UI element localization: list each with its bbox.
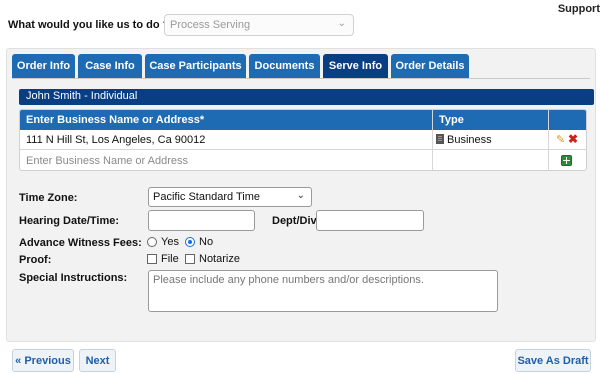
checkbox[interactable] bbox=[185, 254, 195, 264]
tab-case-info[interactable]: Case Info bbox=[78, 54, 142, 78]
new-address-input[interactable]: Enter Business Name or Address bbox=[26, 155, 188, 167]
type-cell: Business bbox=[436, 134, 492, 146]
hearing-date-input[interactable] bbox=[148, 210, 255, 231]
proof-file-option[interactable]: File bbox=[147, 253, 179, 265]
dept-div-label: Dept/Div: bbox=[272, 215, 321, 227]
party-header: John Smith - Individual bbox=[19, 89, 594, 105]
tab-divider bbox=[12, 78, 590, 79]
proof-file-label: File bbox=[161, 253, 179, 265]
proof-label: Proof: bbox=[19, 254, 52, 266]
chevron-down-icon: ⌄ bbox=[296, 190, 305, 201]
radio-button[interactable] bbox=[185, 237, 195, 247]
new-address-row[interactable]: Enter Business Name or Address bbox=[20, 150, 586, 170]
special-instructions-label: Special Instructions: bbox=[19, 272, 128, 284]
close-icon[interactable]: ✖ bbox=[568, 132, 578, 146]
add-icon[interactable] bbox=[561, 155, 572, 166]
order-form-panel: Order Info Case Info Case Participants D… bbox=[6, 48, 596, 342]
tab-order-details[interactable]: Order Details bbox=[391, 54, 469, 78]
hearing-date-label: Hearing Date/Time: bbox=[19, 215, 120, 227]
column-header-address: Enter Business Name or Address* bbox=[26, 114, 205, 126]
special-instructions-textarea[interactable]: Please include any phone numbers and/or … bbox=[148, 270, 498, 312]
witness-fees-no-label: No bbox=[199, 236, 214, 248]
checkbox[interactable] bbox=[147, 254, 157, 264]
time-zone-select[interactable]: Pacific Standard Time ⌄ bbox=[148, 187, 312, 207]
service-type-value: Process Serving bbox=[170, 19, 251, 31]
time-zone-value: Pacific Standard Time bbox=[153, 191, 260, 203]
building-icon bbox=[436, 134, 444, 144]
save-draft-button[interactable]: Save As Draft bbox=[515, 349, 591, 372]
column-divider bbox=[548, 110, 549, 170]
proof-notarize-label: Notarize bbox=[199, 253, 240, 265]
column-header-type: Type bbox=[439, 114, 464, 126]
radio-button[interactable] bbox=[147, 237, 157, 247]
service-type-select[interactable]: Process Serving ⌄ bbox=[164, 14, 354, 36]
witness-fees-yes-option[interactable]: Yes bbox=[147, 236, 179, 248]
time-zone-label: Time Zone: bbox=[19, 192, 78, 204]
address-table: Enter Business Name or Address* Type 111… bbox=[19, 109, 587, 171]
witness-fees-label: Advance Witness Fees: bbox=[19, 237, 142, 249]
previous-button[interactable]: « Previous bbox=[12, 349, 74, 372]
chevron-down-icon: ⌄ bbox=[337, 18, 346, 29]
pencil-icon[interactable]: ✎ bbox=[556, 133, 565, 146]
tab-serve-info[interactable]: Serve Info bbox=[323, 54, 388, 78]
witness-fees-no-option[interactable]: No bbox=[185, 236, 213, 248]
tab-case-participants[interactable]: Case Participants bbox=[145, 54, 246, 78]
support-link[interactable]: Support bbox=[558, 3, 600, 15]
tab-order-info[interactable]: Order Info bbox=[12, 54, 75, 78]
type-value: Business bbox=[447, 134, 492, 146]
tab-documents[interactable]: Documents bbox=[249, 54, 320, 78]
table-row: 111 N Hill St, Los Angeles, Ca 90012 Bus… bbox=[20, 130, 586, 150]
address-cell: 111 N Hill St, Los Angeles, Ca 90012 bbox=[26, 134, 206, 146]
column-divider bbox=[432, 110, 433, 170]
dept-div-input[interactable] bbox=[316, 210, 424, 231]
service-question-label: What would you like us to do ? bbox=[8, 19, 170, 31]
witness-fees-yes-label: Yes bbox=[161, 236, 179, 248]
address-table-header: Enter Business Name or Address* Type bbox=[20, 110, 586, 130]
proof-notarize-option[interactable]: Notarize bbox=[185, 253, 240, 265]
next-button[interactable]: Next bbox=[79, 349, 116, 372]
